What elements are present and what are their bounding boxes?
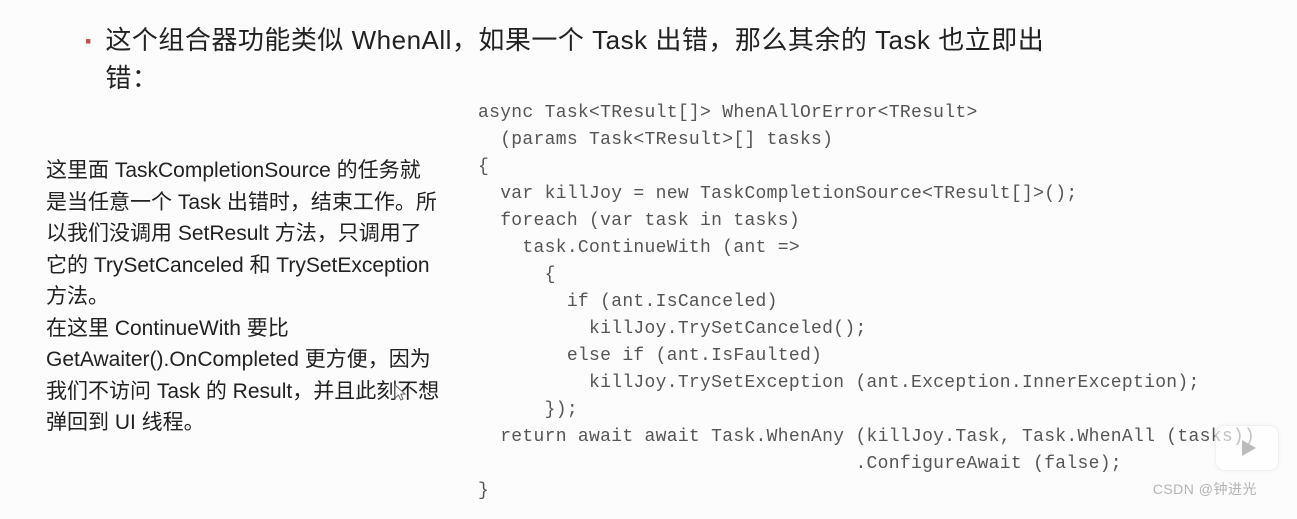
- code-block: async Task<TResult[]> WhenAllOrError<TRe…: [478, 100, 1288, 505]
- play-button[interactable]: [1215, 425, 1279, 471]
- watermark: CSDN @钟进光: [1153, 479, 1257, 499]
- bullet-row: ▪ 这个组合器功能类似 WhenAll，如果一个 Task 出错，那么其余的 T…: [85, 22, 1237, 97]
- explanation-text: 这里面 TaskCompletionSource 的任务就是当任意一个 Task…: [46, 155, 441, 439]
- play-icon: [1234, 435, 1260, 461]
- headline-text: 这个组合器功能类似 WhenAll，如果一个 Task 出错，那么其余的 Tas…: [105, 22, 1085, 97]
- bullet-marker: ▪: [85, 32, 91, 50]
